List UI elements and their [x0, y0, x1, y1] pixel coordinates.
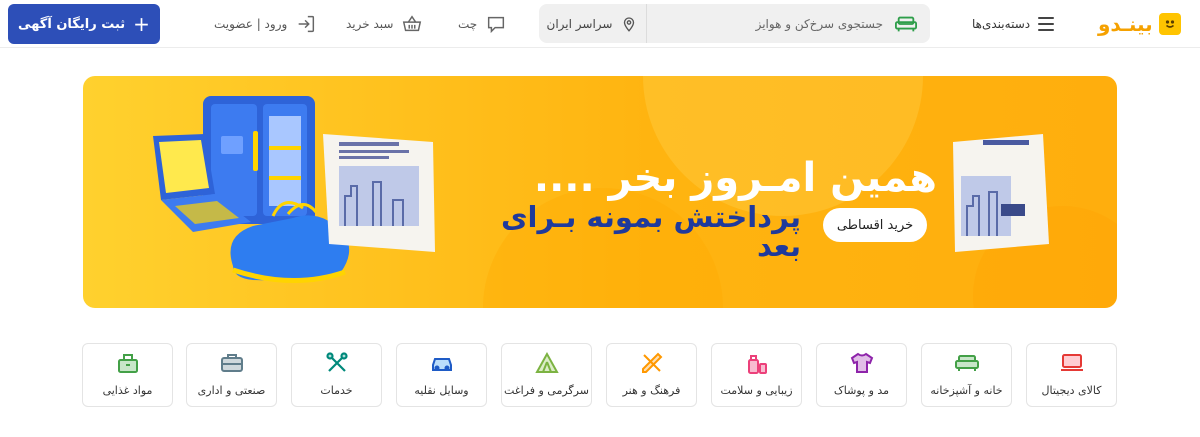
search-input[interactable] [649, 4, 889, 43]
installment-badge: خرید اقساطی [823, 208, 927, 242]
category-card-industrial[interactable]: صنعتی و اداری [186, 343, 277, 407]
category-card-fashion[interactable]: مد و پوشاک [816, 343, 907, 407]
category-card-vehicles[interactable]: وسایل نقلیه [396, 343, 487, 407]
shirt-icon [850, 352, 874, 373]
tools-icon [326, 352, 348, 372]
car-icon [432, 358, 452, 371]
category-label: سرگرمی و فراغت [504, 384, 589, 397]
category-card-leisure[interactable]: سرگرمی و فراغت [501, 343, 592, 407]
smiley-icon [1158, 13, 1181, 35]
location-pin-icon [624, 16, 635, 32]
categories-label: دسته‌بندی‌ها [972, 17, 1031, 31]
sofa-icon [895, 16, 917, 32]
banner-subline: پرداختش بمونه بـرای بعد [500, 200, 801, 263]
category-label: خدمات [320, 384, 353, 397]
banknote-left-illustration [323, 134, 435, 252]
category-label: خانه و آشپزخانه [930, 384, 1003, 397]
hamburger-icon [1038, 17, 1055, 31]
chat-button[interactable]: چت [458, 12, 507, 36]
login-icon [298, 15, 315, 33]
pencil-ruler-icon [642, 352, 663, 373]
search-bar: سراسر ایران [539, 4, 930, 43]
category-card-digital[interactable]: کالای دیجیتال [1026, 343, 1117, 407]
logo-text: بینـدو [1098, 12, 1154, 36]
cart-label: سبد خرید [346, 17, 394, 31]
briefcase-icon [221, 354, 243, 372]
category-card-culture[interactable]: فرهنگ و هنر [606, 343, 697, 407]
chat-label: چت [458, 17, 478, 31]
cosmetics-icon [748, 355, 767, 374]
basket-icon [403, 15, 422, 32]
laptop-icon [1061, 354, 1083, 371]
banner-headline: همین امـروز بخر .... [533, 155, 937, 201]
site-logo[interactable]: بینـدو [1098, 8, 1194, 40]
category-label: مد و پوشاک [833, 384, 890, 397]
plus-icon: + [133, 12, 150, 36]
category-label: زیبایی و سلامت [720, 384, 793, 397]
category-label: مواد غذایی [102, 384, 153, 397]
location-label: سراسر ایران [546, 16, 613, 31]
location-selector[interactable]: سراسر ایران [539, 4, 647, 43]
banknote-right-illustration [953, 134, 1049, 252]
category-card-home[interactable]: خانه و آشپزخانه [921, 343, 1012, 407]
category-label: وسایل نقلیه [414, 384, 469, 397]
category-card-beauty[interactable]: زیبایی و سلامت [711, 343, 802, 407]
top-header: ثبت رایگان آگهی + ورود | عضویت سبد خرید … [0, 0, 1200, 48]
category-label: صنعتی و اداری [197, 384, 266, 397]
categories-menu[interactable]: دسته‌بندی‌ها [972, 12, 1055, 36]
promo-banner[interactable]: همین امـروز بخر .... پرداختش بمونه بـرای… [83, 76, 1117, 308]
category-card-services[interactable]: خدمات [291, 343, 382, 407]
category-card-grocery[interactable]: مواد غذایی [82, 343, 173, 407]
post-ad-button[interactable]: ثبت رایگان آگهی + [8, 4, 160, 44]
category-label: کالای دیجیتال [1041, 384, 1102, 397]
tent-icon [535, 351, 559, 373]
sofa-icon [955, 355, 979, 371]
login-button[interactable]: ورود | عضویت [214, 12, 317, 36]
login-label: ورود | عضویت [214, 17, 288, 31]
post-ad-label: ثبت رایگان آگهی [18, 16, 126, 32]
category-label: فرهنگ و هنر [622, 384, 681, 397]
cart-button[interactable]: سبد خرید [346, 12, 423, 36]
chat-icon [488, 16, 505, 34]
grocery-icon [118, 354, 138, 373]
